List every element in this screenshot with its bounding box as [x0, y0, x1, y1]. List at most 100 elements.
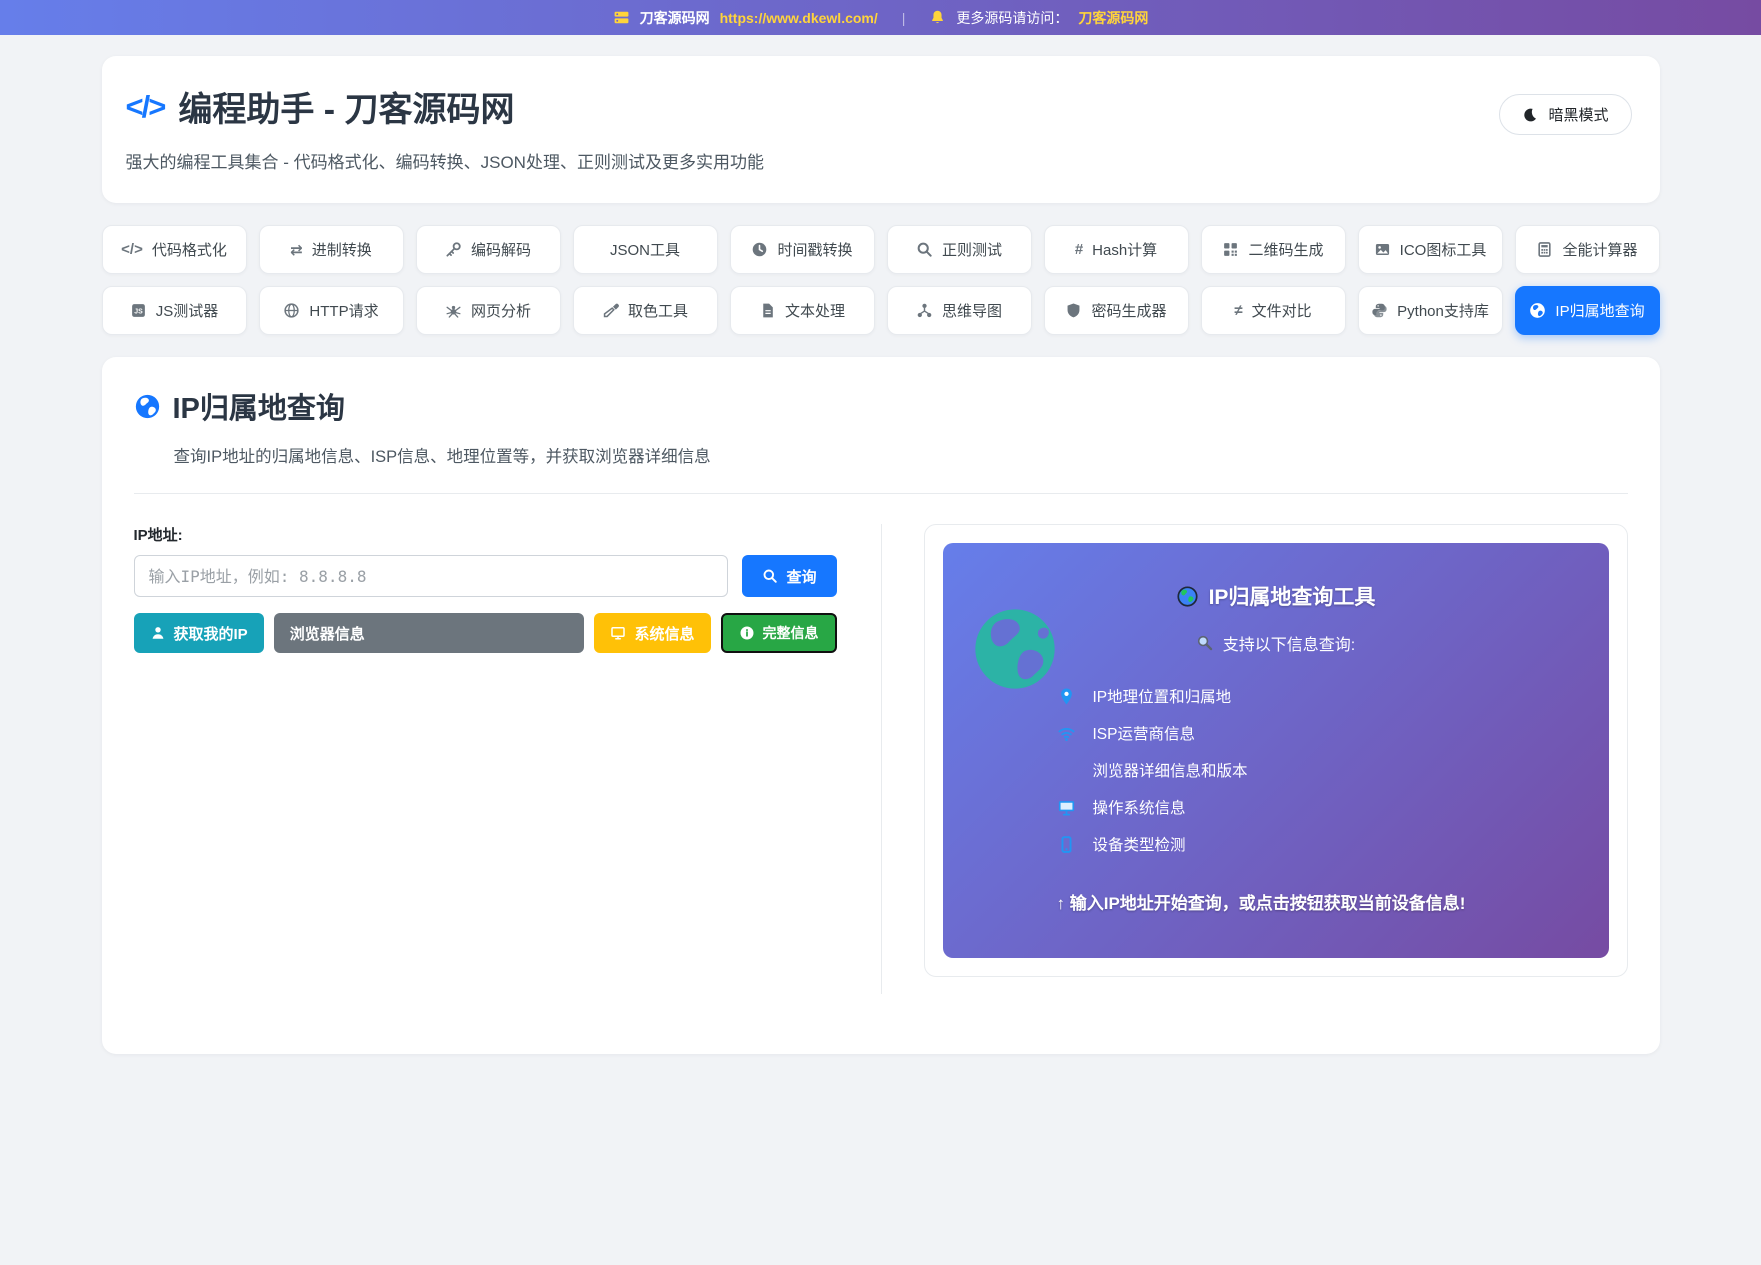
- feature-item: IP地理位置和归属地: [1057, 685, 1569, 707]
- tab-label: IP归属地查询: [1555, 303, 1645, 320]
- globe-wire-icon: [283, 302, 300, 319]
- person-icon: [150, 625, 166, 641]
- tab-python-lib[interactable]: Python支持库: [1357, 286, 1503, 335]
- tab-code-format[interactable]: </> 代码格式化: [101, 225, 247, 274]
- ip-address-label: IP地址:: [133, 527, 183, 544]
- tab-label: Hash计算: [1092, 242, 1158, 259]
- feature-text: 操作系统信息: [1092, 800, 1186, 817]
- feature-item: 设备类型检测: [1057, 833, 1569, 855]
- qr-icon: [1222, 241, 1239, 258]
- monitor-icon: [610, 625, 626, 641]
- browser-info-button[interactable]: 浏览器信息: [273, 613, 585, 653]
- tab-calculator[interactable]: 全能计算器: [1514, 225, 1660, 274]
- tab-label: 二维码生成: [1248, 242, 1324, 259]
- tab-json-tools[interactable]: JSON工具: [572, 225, 718, 274]
- feature-item: 浏览器详细信息和版本: [1057, 759, 1569, 781]
- tab-password-gen[interactable]: 密码生成器: [1043, 286, 1189, 335]
- tab-label: 取色工具: [627, 303, 688, 320]
- ip-lookup-card: IP归属地查询 查询IP地址的归属地信息、ISP信息、地理位置等，并获取浏览器详…: [101, 357, 1660, 1054]
- tab-label: 正则测试: [941, 242, 1002, 259]
- tab-label: 网页分析: [470, 303, 531, 320]
- result-panel: IP归属地查询工具 支持以下信息查询: IP地理位置和归属地 ISP运营商信息 浏览…: [882, 524, 1628, 994]
- clock-icon: [751, 241, 768, 258]
- tab-color-picker[interactable]: 取色工具: [572, 286, 718, 335]
- system-info-button[interactable]: 系统信息: [594, 613, 711, 653]
- tab-ico-tools[interactable]: ICO图标工具: [1357, 225, 1503, 274]
- tab-label: JS测试器: [155, 303, 219, 320]
- tab-web-analysis[interactable]: 网页分析: [415, 286, 561, 335]
- panel-footer: ↑ 输入IP地址开始查询，或点击按钮获取当前设备信息!: [1056, 894, 1466, 913]
- tab-label: 进制转换: [311, 242, 372, 259]
- tab-label: 思维导图: [941, 303, 1002, 320]
- file-icon: [759, 302, 776, 319]
- phone-icon: [1057, 835, 1077, 854]
- tab-text-process[interactable]: 文本处理: [729, 286, 875, 335]
- tab-regex-test[interactable]: 正则测试: [886, 225, 1032, 274]
- tab-base-convert[interactable]: ⇄ 进制转换: [258, 225, 404, 274]
- code-icon: </>: [121, 241, 143, 258]
- tool-title: IP归属地查询: [172, 393, 345, 425]
- feature-item: ISP运营商信息: [1057, 722, 1569, 744]
- tab-label: 时间戳转换: [777, 242, 853, 259]
- tab-label: 编码解码: [470, 242, 531, 259]
- earth-emoji-icon: [1176, 585, 1199, 608]
- tab-label: JSON工具: [609, 242, 680, 259]
- topbar-divider: |: [901, 9, 906, 26]
- tab-label: Python支持库: [1397, 303, 1489, 320]
- tab-label: ICO图标工具: [1399, 242, 1487, 259]
- search-icon: [762, 568, 778, 584]
- tool-header: IP归属地查询 查询IP地址的归属地信息、ISP信息、地理位置等，并获取浏览器详…: [133, 385, 1628, 494]
- tab-qrcode-gen[interactable]: 二维码生成: [1200, 225, 1346, 274]
- feature-text: ISP运营商信息: [1092, 726, 1195, 743]
- query-form: IP地址: 查询 获取我的IP: [133, 524, 882, 994]
- js-icon: JS: [130, 302, 147, 319]
- site-url-link[interactable]: https://www.dkewl.com/: [720, 10, 878, 26]
- python-icon: [1371, 302, 1388, 319]
- info-icon: [739, 625, 755, 641]
- tab-http-request[interactable]: HTTP请求: [258, 286, 404, 335]
- calculator-icon: [1536, 241, 1553, 258]
- dark-mode-button[interactable]: 暗黑模式: [1499, 94, 1632, 135]
- bell-icon: [929, 9, 946, 26]
- tab-label: 全能计算器: [1562, 242, 1638, 259]
- tab-label: 文本处理: [784, 303, 845, 320]
- magnifier-emoji-icon: [1196, 634, 1214, 652]
- announcement-bar: 刀客源码网 https://www.dkewl.com/ | 更多源码请访问： …: [0, 0, 1761, 35]
- spider-icon: [445, 302, 462, 319]
- wifi-icon: [1057, 724, 1077, 743]
- panel-title: IP归属地查询工具: [1208, 586, 1376, 609]
- notice-link[interactable]: 刀客源码网: [1078, 8, 1148, 28]
- tab-hash-calc[interactable]: # Hash计算: [1043, 225, 1189, 274]
- get-my-ip-button[interactable]: 获取我的IP: [133, 613, 264, 653]
- key-icon: [445, 241, 462, 258]
- feature-item: 操作系统信息: [1057, 796, 1569, 818]
- full-info-button[interactable]: 完整信息: [720, 613, 837, 653]
- ip-address-input[interactable]: [133, 555, 729, 597]
- tab-label: 文件对比: [1251, 303, 1312, 320]
- mindmap-icon: [916, 302, 933, 319]
- tool-tabs: </> 代码格式化 ⇄ 进制转换 编码解码 JSON工具 时间戳转换 正则测试 # Hash计算 二…: [101, 225, 1660, 335]
- tool-subtitle: 查询IP地址的归属地信息、ISP信息、地理位置等，并获取浏览器详细信息: [173, 448, 711, 466]
- tab-label: 代码格式化: [151, 242, 227, 259]
- ip-tool-banner: IP归属地查询工具 支持以下信息查询: IP地理位置和归属地 ISP运营商信息 浏览…: [942, 543, 1609, 958]
- feature-text: 浏览器详细信息和版本: [1092, 763, 1248, 780]
- moon-icon: [1522, 107, 1538, 123]
- notice-label: 更多源码请访问：: [956, 9, 1069, 26]
- info-card: IP归属地查询工具 支持以下信息查询: IP地理位置和归属地 ISP运营商信息 浏览…: [923, 524, 1628, 977]
- neq-icon: ≠: [1234, 302, 1243, 319]
- tab-file-diff[interactable]: ≠ 文件对比: [1200, 286, 1346, 335]
- server-icon: [613, 9, 630, 26]
- globe-icon: [1529, 302, 1546, 319]
- tab-timestamp[interactable]: 时间戳转换: [729, 225, 875, 274]
- globe-icon: [134, 393, 161, 420]
- tab-js-tester[interactable]: JS JS测试器: [101, 286, 247, 335]
- feature-text: IP地理位置和归属地: [1092, 689, 1232, 706]
- tab-ip-lookup[interactable]: IP归属地查询: [1514, 286, 1660, 335]
- tab-mindmap[interactable]: 思维导图: [886, 286, 1032, 335]
- query-button[interactable]: 查询: [742, 555, 837, 597]
- shield-icon: [1065, 302, 1082, 319]
- tab-encode-decode[interactable]: 编码解码: [415, 225, 561, 274]
- monitor-icon: [1057, 798, 1077, 817]
- page-subtitle: 强大的编程工具集合 - 代码格式化、编码转换、JSON处理、正则测试及更多实用功…: [125, 153, 764, 172]
- code-brackets-icon: </>: [125, 88, 167, 124]
